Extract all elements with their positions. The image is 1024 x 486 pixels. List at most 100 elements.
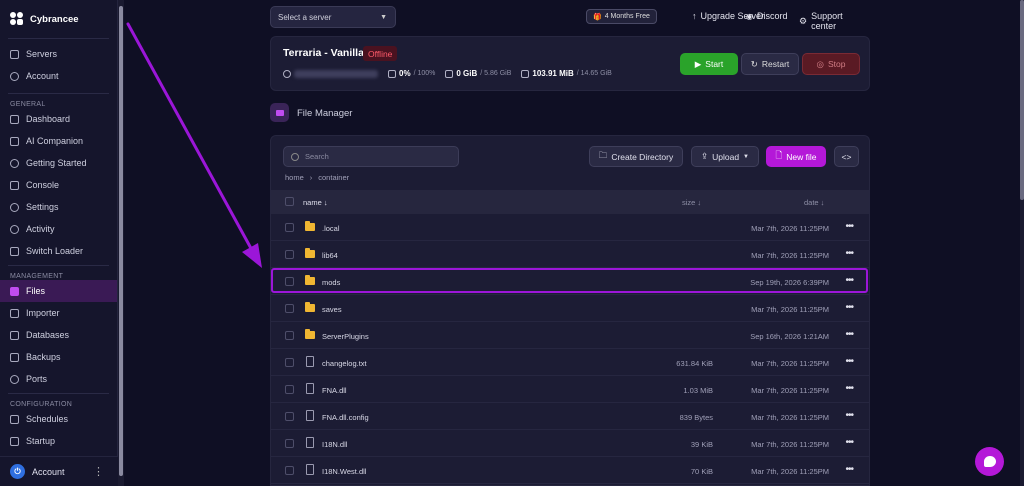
row-checkbox[interactable]	[285, 277, 294, 286]
row-checkbox[interactable]	[285, 331, 294, 340]
row-checkbox[interactable]	[285, 439, 294, 448]
column-date[interactable]: date ↓	[804, 198, 824, 207]
server-select[interactable]: Select a server ▼	[270, 6, 396, 28]
table-row[interactable]: mods Sep 19th, 2026 6:39PM •••	[271, 268, 869, 295]
memory-limit: / 5.86 GiB	[480, 70, 512, 77]
sidebar-item-label: AI Companion	[26, 136, 84, 146]
chat-widget-button[interactable]	[975, 447, 1004, 476]
restart-button[interactable]: ↻ Restart	[741, 53, 799, 75]
table-row[interactable]: I18N.West.dll 70 KiB Mar 7th, 2026 11:25PM…	[271, 457, 869, 484]
row-actions-icon[interactable]: •••	[845, 221, 853, 232]
search-box[interactable]	[283, 146, 459, 167]
row-actions-icon[interactable]: •••	[845, 410, 853, 421]
sidebar-item-ai-companion[interactable]: AI Companion	[0, 130, 117, 152]
globe-icon	[283, 69, 291, 78]
account-footer[interactable]: ⏻ Account ⋮	[0, 456, 118, 486]
folder-icon	[305, 248, 315, 258]
file-name[interactable]: FNA.dll	[322, 386, 347, 395]
breadcrumb-container[interactable]: container	[318, 173, 349, 182]
row-actions-icon[interactable]: •••	[845, 302, 853, 313]
user-icon	[10, 71, 19, 81]
discord-link[interactable]: ◉ Discord	[746, 11, 788, 21]
create-directory-label: Create Directory	[611, 151, 674, 162]
sidebar-item-files[interactable]: Files	[0, 280, 117, 302]
promo-badge[interactable]: 🎁 4 Months Free	[586, 9, 657, 24]
row-actions-icon[interactable]: •••	[845, 383, 853, 394]
sidebar-item-switch-loader[interactable]: Switch Loader	[0, 240, 117, 262]
sidebar-item-activity[interactable]: Activity	[0, 218, 117, 240]
row-checkbox[interactable]	[285, 250, 294, 259]
start-button[interactable]: ▶ Start	[680, 53, 738, 75]
search-input[interactable]	[305, 152, 445, 161]
table-row[interactable]: saves Mar 7th, 2026 11:25PM •••	[271, 295, 869, 322]
sidebar-item-dashboard[interactable]: Dashboard	[0, 108, 117, 130]
file-name[interactable]: lib64	[322, 251, 338, 260]
sidebar-item-label: Databases	[26, 330, 70, 340]
page-scrollbar[interactable]	[1020, 0, 1024, 486]
scrollbar-thumb[interactable]	[1020, 0, 1024, 200]
file-name[interactable]: I18N.dll	[322, 440, 347, 449]
row-checkbox[interactable]	[285, 358, 294, 367]
sidebar-item-databases[interactable]: Databases	[0, 324, 117, 346]
table-row[interactable]: changelog.txt 631.84 KiB Mar 7th, 2026 11:…	[271, 349, 869, 376]
more-options-icon[interactable]: ⋮	[93, 465, 104, 478]
scrollbar-thumb[interactable]	[119, 6, 123, 476]
row-actions-icon[interactable]: •••	[845, 464, 853, 475]
row-actions-icon[interactable]: •••	[845, 248, 853, 259]
row-checkbox[interactable]	[285, 304, 294, 313]
row-checkbox[interactable]	[285, 466, 294, 475]
sidebar-item-settings[interactable]: Settings	[0, 196, 117, 218]
file-name[interactable]: changelog.txt	[322, 359, 367, 368]
file-date: Mar 7th, 2026 11:25PM	[751, 440, 829, 449]
table-row[interactable]: FNA.dll.config 839 Bytes Mar 7th, 2026 11:…	[271, 403, 869, 430]
sidebar-item-schedules[interactable]: Schedules	[0, 408, 117, 430]
file-name[interactable]: mods	[322, 278, 340, 287]
sidebar-item-label: Backups	[26, 352, 61, 362]
row-checkbox[interactable]	[285, 223, 294, 232]
code-view-button[interactable]: <>	[834, 146, 859, 167]
row-actions-icon[interactable]: •••	[845, 275, 853, 286]
sidebar-item-getting-started[interactable]: Getting Started	[0, 152, 117, 174]
support-center-link[interactable]: ⚙ Support center	[799, 11, 870, 31]
upload-button[interactable]: ⇪ Upload ▼	[691, 146, 759, 167]
column-size[interactable]: size ↓	[682, 198, 701, 207]
file-plus-icon: 🗋	[775, 149, 783, 160]
file-name[interactable]: ServerPlugins	[322, 332, 369, 341]
row-actions-icon[interactable]: •••	[845, 356, 853, 367]
sidebar-item-startup[interactable]: Startup	[0, 430, 117, 452]
table-row[interactable]: FNA.dll 1.03 MiB Mar 7th, 2026 11:25PM •••	[271, 376, 869, 403]
file-name[interactable]: I18N.West.dll	[322, 467, 366, 476]
stop-button[interactable]: ◎ Stop	[802, 53, 860, 75]
breadcrumb-home[interactable]: home	[285, 173, 304, 182]
row-actions-icon[interactable]: •••	[845, 329, 853, 340]
chevron-right-icon: ›	[309, 173, 313, 182]
table-row[interactable]: I18N.dll 39 KiB Mar 7th, 2026 11:25PM •••	[271, 430, 869, 457]
sidebar-scrollbar[interactable]	[118, 0, 124, 486]
server-select-placeholder: Select a server	[278, 12, 332, 22]
select-all-checkbox[interactable]	[285, 197, 294, 206]
create-directory-button[interactable]: 🗀 Create Directory	[589, 146, 683, 167]
column-name[interactable]: name ↓	[303, 198, 328, 207]
table-row[interactable]: ServerPlugins Sep 16th, 2026 1:21AM •••	[271, 322, 869, 349]
sidebar-item-servers[interactable]: Servers	[0, 43, 117, 65]
table-row[interactable]: lib64 Mar 7th, 2026 11:25PM •••	[271, 241, 869, 268]
new-file-button[interactable]: 🗋 New file	[766, 146, 826, 167]
row-actions-icon[interactable]: •••	[845, 437, 853, 448]
sidebar-item-console[interactable]: Console	[0, 174, 117, 196]
file-name[interactable]: .local	[322, 224, 340, 233]
sidebar-item-importer[interactable]: Importer	[0, 302, 117, 324]
table-row[interactable]: .local Mar 7th, 2026 11:25PM •••	[271, 214, 869, 241]
brand[interactable]: Cybrancee	[0, 0, 117, 38]
sidebar-item-label: Servers	[26, 49, 58, 59]
sidebar-item-backups[interactable]: Backups	[0, 346, 117, 368]
file-name[interactable]: saves	[322, 305, 342, 314]
file-name[interactable]: FNA.dll.config	[322, 413, 369, 422]
topbar: Select a server ▼ 🎁 4 Months Free ↑ Upgra…	[270, 6, 870, 31]
row-checkbox[interactable]	[285, 385, 294, 394]
sidebar-item-label: Account	[26, 71, 59, 81]
sidebar-item-account[interactable]: Account	[0, 65, 117, 87]
sidebar-item-label: Settings	[26, 202, 59, 212]
sidebar-item-ports[interactable]: Ports	[0, 368, 117, 390]
row-checkbox[interactable]	[285, 412, 294, 421]
file-date: Mar 7th, 2026 11:25PM	[751, 305, 829, 314]
